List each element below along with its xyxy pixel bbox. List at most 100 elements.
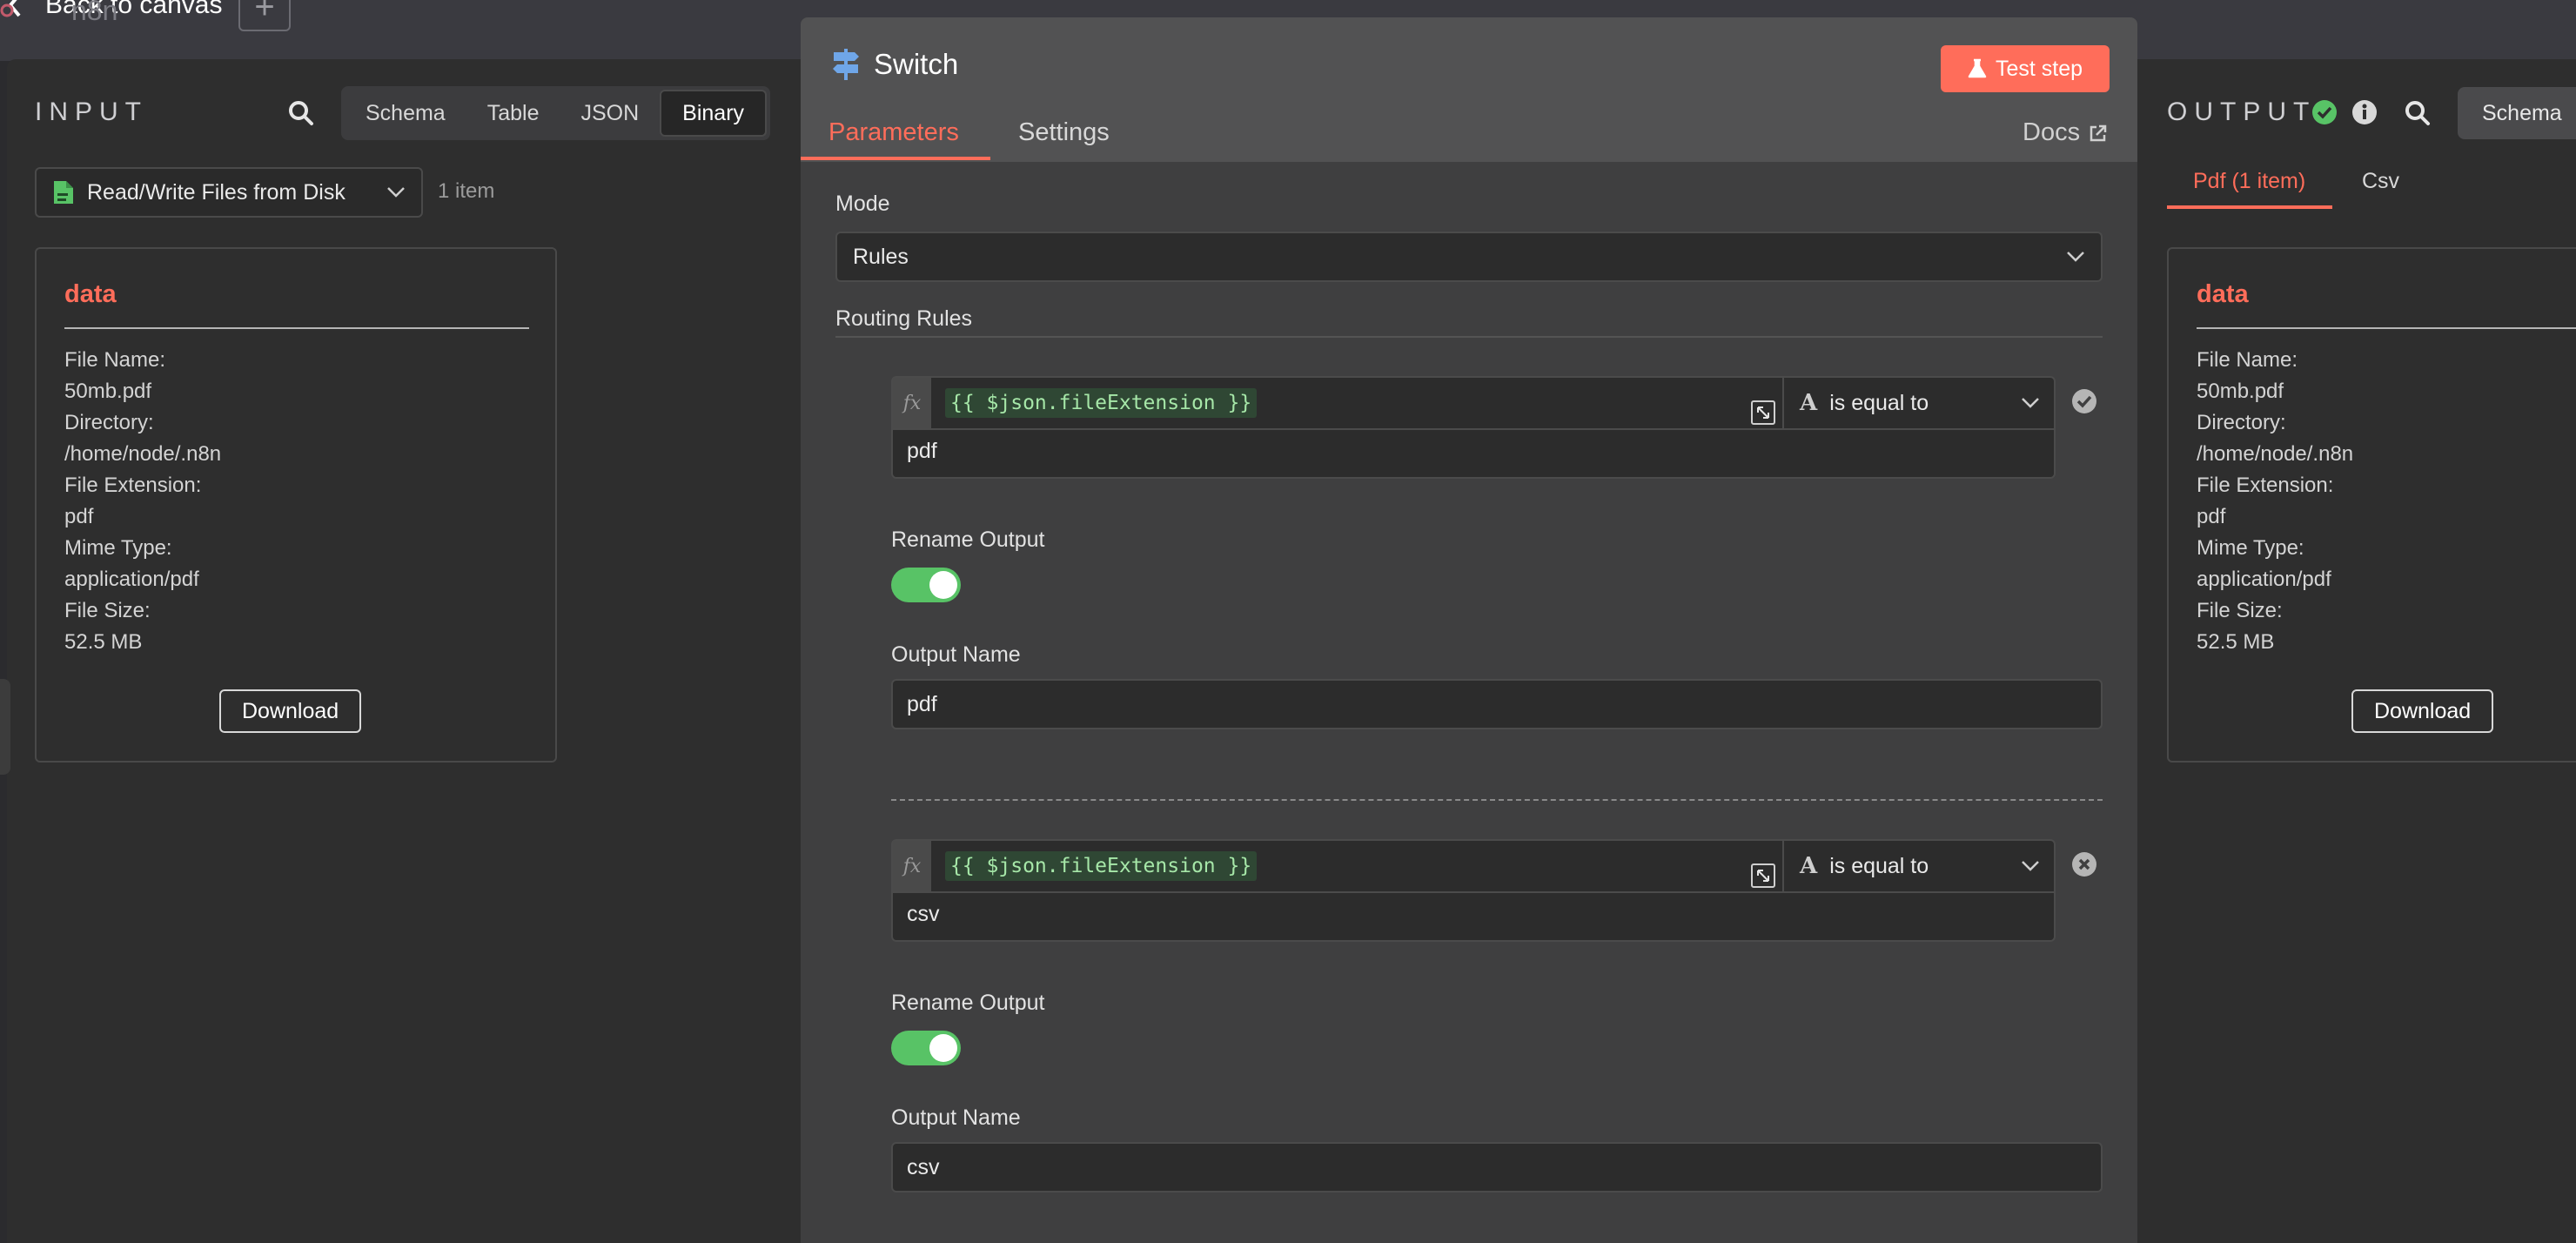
binary-card-details: File Name: 50mb.pdf Directory: /home/nod… <box>2197 345 2353 658</box>
output-view-schema-tab[interactable]: Schema <box>2458 87 2576 139</box>
file-extension-value: pdf <box>64 505 94 528</box>
mime-type-label: Mime Type: <box>2197 536 2304 560</box>
file-name-label: File Name: <box>64 348 166 372</box>
input-node-select[interactable]: Read/Write Files from Disk <box>35 167 423 218</box>
docs-label: Docs <box>2023 118 2081 146</box>
file-extension-value: pdf <box>2197 505 2226 528</box>
mode-value: Rules <box>853 244 909 269</box>
rule-2-expression[interactable]: {{ $json.fileExtension }} <box>945 851 1258 881</box>
routing-rule-1: fx {{ $json.fileExtension }} A is equal … <box>891 376 2056 479</box>
file-size-label: File Size: <box>2197 599 2283 622</box>
view-table-tab[interactable]: Table <box>466 90 560 137</box>
expand-expression-button[interactable] <box>1751 400 1775 425</box>
mode-select[interactable]: Rules <box>835 232 2103 282</box>
rule-2-operator: is equal to <box>1829 853 1929 878</box>
file-extension-label: File Extension: <box>2197 474 2334 497</box>
string-type-icon: A <box>1800 853 1818 879</box>
external-link-icon <box>2090 124 2107 141</box>
mime-type-value: application/pdf <box>2197 568 2331 591</box>
section-divider <box>835 336 2103 338</box>
info-icon[interactable] <box>2351 99 2378 125</box>
rule-row-divider <box>893 428 2054 430</box>
output-download-button[interactable]: Download <box>2351 689 2494 733</box>
chevron-down-icon <box>2022 861 2039 871</box>
success-check-icon <box>2312 100 2337 124</box>
expression-fx-icon: fx <box>893 841 931 891</box>
rule-1-output-name-label: Output Name <box>891 642 1021 667</box>
modal-header <box>801 17 2137 162</box>
remove-rule-icon[interactable] <box>2071 851 2097 877</box>
add-tab-button[interactable]: + <box>238 0 291 31</box>
file-extension-label: File Extension: <box>64 474 202 497</box>
toggle-knob <box>929 1034 957 1062</box>
node-title: Switch <box>830 47 958 82</box>
directory-value: /home/node/.n8n <box>64 442 222 466</box>
file-name-value: 50mb.pdf <box>2197 380 2284 403</box>
switch-node-modal: Switch Test step Parameters Settings Doc… <box>801 17 2137 1243</box>
view-json-tab[interactable]: JSON <box>560 90 660 137</box>
rule-2-value[interactable]: csv <box>907 902 940 927</box>
chevron-down-icon <box>387 187 405 198</box>
toggle-knob <box>929 571 957 599</box>
file-node-icon <box>54 181 73 204</box>
rule-1-operator: is equal to <box>1829 390 1929 415</box>
rule-1-operator-select[interactable]: A is equal to <box>1782 378 2056 428</box>
expression-fx-icon: fx <box>893 378 931 428</box>
chevron-down-icon <box>2022 398 2039 408</box>
file-size-value: 52.5 MB <box>2197 630 2275 654</box>
input-view-switcher: Schema Table JSON Binary <box>341 86 771 140</box>
side-handle[interactable] <box>0 679 10 775</box>
active-tab-indicator <box>801 157 990 160</box>
output-tab-csv[interactable]: Csv <box>2362 169 2399 194</box>
expand-expression-button[interactable] <box>1751 863 1775 888</box>
expand-icon <box>1757 406 1769 419</box>
tab-settings[interactable]: Settings <box>1018 118 1110 147</box>
file-size-value: 52.5 MB <box>64 630 143 654</box>
rule-1-rename-label: Rename Output <box>891 527 1045 552</box>
rule-1-value[interactable]: pdf <box>907 439 937 464</box>
file-name-label: File Name: <box>2197 348 2298 372</box>
test-step-label: Test step <box>1995 56 2083 81</box>
rule-2-operator-select[interactable]: A is equal to <box>1782 841 2056 891</box>
rule-1-rename-toggle[interactable] <box>891 568 961 602</box>
input-search-button[interactable] <box>285 97 317 129</box>
search-icon <box>2405 101 2430 125</box>
rule-2-output-name-label: Output Name <box>891 1105 1021 1130</box>
tab-parameters[interactable]: Parameters <box>828 118 959 147</box>
input-node-label: Read/Write Files from Disk <box>87 179 345 205</box>
rule-2-output-name-input[interactable]: csv <box>891 1142 2103 1193</box>
expand-icon <box>1757 870 1769 882</box>
mime-type-value: application/pdf <box>64 568 199 591</box>
output-binary-card: data File Name: 50mb.pdf Directory: /hom… <box>2167 247 2576 763</box>
rule-1-expression[interactable]: {{ $json.fileExtension }} <box>945 388 1258 418</box>
directory-label: Directory: <box>2197 411 2286 434</box>
switch-signpost-icon <box>833 49 859 80</box>
view-schema-tab[interactable]: Schema <box>345 90 466 137</box>
docs-link[interactable]: Docs <box>2023 118 2108 147</box>
routing-rule-2: fx {{ $json.fileExtension }} A is equal … <box>891 839 2056 942</box>
test-step-button[interactable]: Test step <box>1941 45 2110 92</box>
input-panel-title: INPUT <box>35 97 148 126</box>
check-circle-icon <box>2072 389 2096 413</box>
rule-2-rename-toggle[interactable] <box>891 1031 961 1065</box>
input-download-button[interactable]: Download <box>219 689 362 733</box>
back-chevron-icon <box>0 0 21 17</box>
file-size-label: File Size: <box>64 599 151 622</box>
routing-rules-label: Routing Rules <box>835 306 973 331</box>
output-search-button[interactable] <box>2402 97 2433 129</box>
flask-icon <box>1968 58 1987 78</box>
string-type-icon: A <box>1800 390 1818 416</box>
output-panel-title: OUTPUT <box>2167 97 2317 126</box>
binary-card-details: File Name: 50mb.pdf Directory: /home/nod… <box>64 345 221 658</box>
card-divider <box>2197 327 2576 329</box>
card-divider <box>64 327 529 329</box>
search-icon <box>289 101 313 125</box>
input-item-count: 1 item <box>438 179 495 203</box>
rule-1-output-name-input[interactable]: pdf <box>891 679 2103 729</box>
output-tab-pdf[interactable]: Pdf (1 item) <box>2193 169 2305 194</box>
output-active-tab-indicator <box>2167 205 2332 209</box>
binary-card-title: data <box>2197 280 2249 308</box>
node-title-text: Switch <box>874 48 959 80</box>
rule-separator <box>891 799 2103 801</box>
view-binary-tab[interactable]: Binary <box>660 90 768 137</box>
